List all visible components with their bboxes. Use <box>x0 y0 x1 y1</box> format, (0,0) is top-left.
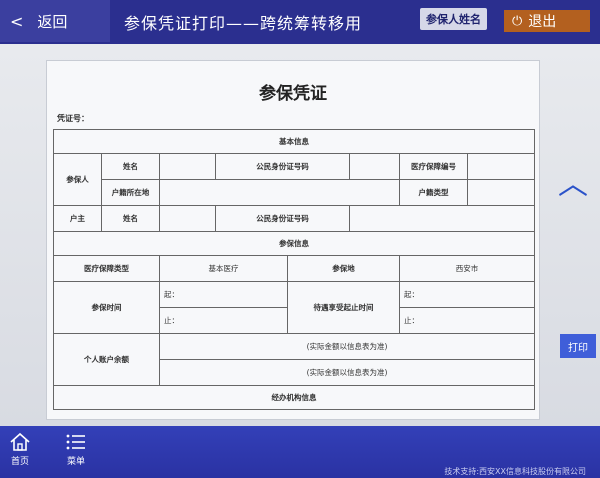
medical-type-label: 医疗保障类型 <box>53 255 160 282</box>
home-icon <box>10 432 30 451</box>
waiting-start-label: 起： <box>399 281 535 308</box>
certificate-form-table: 基本信息 参保人 姓名 公民身份证号码 医疗保障编号 户籍所在地 户籍类型 户主… <box>53 129 535 410</box>
insurance-info-heading: 参保信息 <box>53 231 535 256</box>
name-label: 姓名 <box>101 153 160 180</box>
medical-type-value: 基本医疗 <box>159 255 288 282</box>
medical-number-value <box>467 153 535 180</box>
home-nav-button[interactable]: 首页 <box>0 432 40 476</box>
head-id-label: 公民身份证号码 <box>215 205 350 232</box>
top-bar: < 返回 参保凭证打印——跨统筹转移用 参保人姓名 ⏻ 退出 <box>0 0 600 44</box>
basic-info-heading: 基本信息 <box>53 129 535 154</box>
balance-label: 个人账户余额 <box>53 333 160 386</box>
chevron-left-icon: < <box>10 11 24 31</box>
insured-name-badge: 参保人姓名 <box>420 8 487 30</box>
home-label: 首页 <box>10 457 29 467</box>
footer-copyright: 技术支持:西安XX信息科技股份有限公司 <box>444 467 586 476</box>
balance-note-1: (实际金额以信息表为准) <box>159 333 535 360</box>
hukou-type-label: 户籍类型 <box>399 179 468 206</box>
head-name-value <box>159 205 216 232</box>
menu-icon <box>66 434 85 450</box>
insured-end-label: 止： <box>159 307 288 334</box>
bottom-bar: 首页 菜单 技术支持:西安XX信息科技股份有限公司 <box>0 426 600 478</box>
back-label: 返回 <box>37 12 68 31</box>
certificate-number-label: 凭证号： <box>57 114 89 123</box>
menu-nav-button[interactable]: 菜单 <box>56 432 96 476</box>
insured-start-label: 起： <box>159 281 288 308</box>
balance-note-2: (实际金额以信息表为准) <box>159 359 535 386</box>
name-value <box>159 153 216 180</box>
insured-place-label: 参保地 <box>287 255 400 282</box>
household-head-label: 户主 <box>53 205 102 232</box>
exit-label: 退出 <box>528 14 557 30</box>
waiting-end-label: 止： <box>399 307 535 334</box>
head-id-value <box>349 205 535 232</box>
hukou-location-label: 户籍所在地 <box>101 179 160 206</box>
back-button[interactable]: < 返回 <box>0 0 110 42</box>
print-button[interactable]: 打印 <box>560 334 596 358</box>
certificate-document: 参保凭证 凭证号： 基本信息 参保人 姓名 公民身份证号码 医疗保障编号 户籍所… <box>46 60 540 420</box>
insured-place-value: 西安市 <box>399 255 535 282</box>
exit-button[interactable]: ⏻ 退出 <box>504 10 590 32</box>
head-name-label: 姓名 <box>101 205 160 232</box>
hukou-type-value <box>467 179 535 206</box>
power-icon: ⏻ <box>512 13 523 29</box>
insured-period-label: 参保时间 <box>53 281 160 334</box>
medical-number-label: 医疗保障编号 <box>399 153 468 180</box>
hukou-location-value <box>159 179 400 206</box>
waiting-period-label: 待遇享受起止时间 <box>287 281 400 334</box>
id-number-label: 公民身份证号码 <box>215 153 350 180</box>
menu-label: 菜单 <box>66 457 85 467</box>
id-number-value <box>349 153 400 180</box>
page-title: 参保凭证打印——跨统筹转移用 <box>124 14 363 33</box>
insured-person-label: 参保人 <box>53 153 102 206</box>
certificate-title: 参保凭证 <box>259 84 327 104</box>
scroll-up-chevron-icon[interactable]: ︿ <box>556 170 590 200</box>
agency-info-heading: 经办机构信息 <box>53 385 535 410</box>
